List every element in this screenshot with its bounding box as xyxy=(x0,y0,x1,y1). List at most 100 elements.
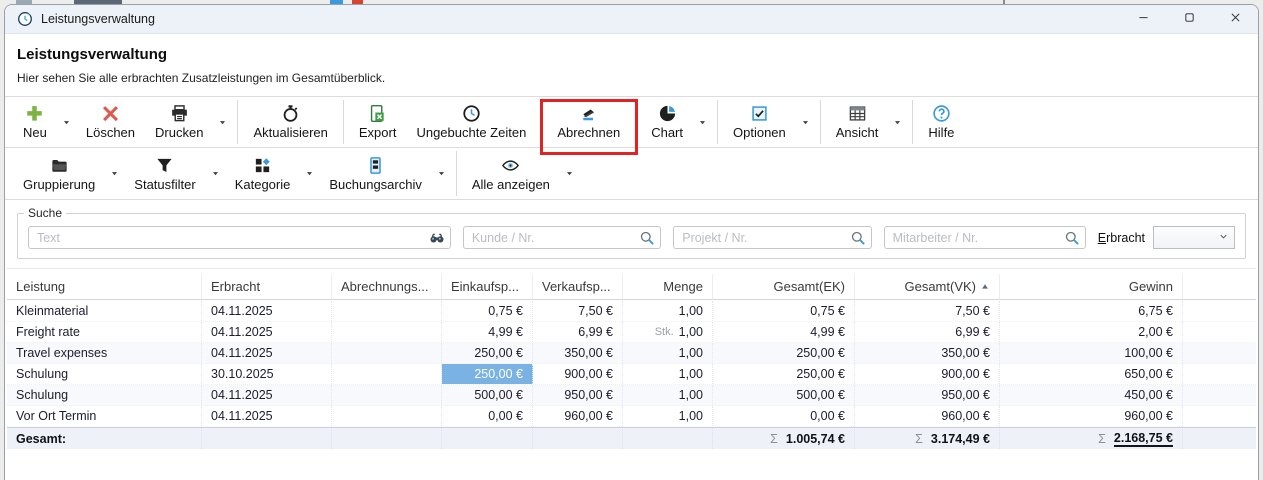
abrechnen-button[interactable]: Abrechnen xyxy=(547,101,630,142)
cell-erbracht[interactable]: 04.11.2025 xyxy=(202,343,332,363)
hilfe-button[interactable]: Hilfe xyxy=(918,101,964,142)
cell-gewinn[interactable]: 2,00 € xyxy=(1000,322,1183,342)
drucken-button[interactable]: Drucken xyxy=(145,101,213,142)
column-header-abrechnung[interactable]: Abrechnungs... xyxy=(332,274,442,299)
cell-abrechnung[interactable] xyxy=(332,343,442,363)
cell-menge[interactable]: 1,00 xyxy=(623,364,713,384)
cell-leistung[interactable]: Schulung xyxy=(7,385,202,405)
export-button[interactable]: Export xyxy=(349,101,407,142)
cell-gesamt_vk[interactable]: 950,00 € xyxy=(855,385,1000,405)
maximize-button[interactable] xyxy=(1166,5,1212,33)
cell-gesamt_ek[interactable]: 0,75 € xyxy=(713,301,855,321)
cell-verkauf[interactable]: 960,00 € xyxy=(533,406,623,426)
mitarbeiter-search-input[interactable] xyxy=(885,227,1085,248)
column-header-menge[interactable]: Menge xyxy=(623,274,713,299)
column-header-leistung[interactable]: Leistung xyxy=(7,274,202,299)
cell-erbracht[interactable]: 04.11.2025 xyxy=(202,301,332,321)
cell-verkauf[interactable]: 350,00 € xyxy=(533,343,623,363)
optionen-button[interactable]: Optionen xyxy=(723,101,796,142)
buchungsarchiv-button[interactable]: Buchungsarchiv xyxy=(319,153,432,194)
cell-abrechnung[interactable] xyxy=(332,301,442,321)
ungebuchte-zeiten-button[interactable]: Ungebuchte Zeiten xyxy=(406,101,536,142)
cell-gewinn[interactable]: 100,00 € xyxy=(1000,343,1183,363)
cell-gesamt_ek[interactable]: 4,99 € xyxy=(713,322,855,342)
cell-verkauf[interactable]: 7,50 € xyxy=(533,301,623,321)
ansicht-button[interactable]: Ansicht xyxy=(826,101,889,142)
cell-erbracht[interactable]: 30.10.2025 xyxy=(202,364,332,384)
cell-gesamt_ek[interactable]: 250,00 € xyxy=(713,364,855,384)
neu-button[interactable]: Neu xyxy=(13,101,57,142)
cell-leistung[interactable]: Kleinmaterial xyxy=(7,301,202,321)
buchungsarchiv-dropdown-arrow[interactable] xyxy=(432,148,451,199)
cell-gewinn[interactable]: 450,00 € xyxy=(1000,385,1183,405)
close-button[interactable] xyxy=(1212,5,1258,33)
cell-leistung[interactable]: Schulung xyxy=(7,364,202,384)
optionen-dropdown-arrow[interactable] xyxy=(796,97,815,147)
cell-abrechnung[interactable] xyxy=(332,385,442,405)
cell-abrechnung[interactable] xyxy=(332,322,442,342)
erbracht-combobox[interactable] xyxy=(1153,226,1235,249)
cell-verkauf[interactable]: 6,99 € xyxy=(533,322,623,342)
cell-menge[interactable]: 1,00 xyxy=(623,385,713,405)
cell-gewinn[interactable]: 960,00 € xyxy=(1000,406,1183,426)
chart-button[interactable]: Chart xyxy=(641,101,693,142)
cell-abrechnung[interactable] xyxy=(332,406,442,426)
cell-einkauf[interactable]: 250,00 € xyxy=(442,343,533,363)
cell-gewinn[interactable]: 6,75 € xyxy=(1000,301,1183,321)
cell-erbracht[interactable]: 04.11.2025 xyxy=(202,322,332,342)
cell-leistung[interactable]: Vor Ort Termin xyxy=(7,406,202,426)
cell-gewinn[interactable]: 650,00 € xyxy=(1000,364,1183,384)
chart-dropdown-arrow[interactable] xyxy=(693,97,712,147)
cell-erbracht[interactable]: 04.11.2025 xyxy=(202,385,332,405)
minimize-button[interactable] xyxy=(1120,5,1166,33)
drucken-dropdown-arrow[interactable] xyxy=(213,97,232,147)
column-header-gesamt_ek[interactable]: Gesamt(EK) xyxy=(713,274,855,299)
cell-einkauf[interactable]: 0,00 € xyxy=(442,406,533,426)
alle-anzeigen-dropdown-arrow[interactable] xyxy=(560,148,579,199)
kategorie-button[interactable]: Kategorie xyxy=(225,153,301,194)
cell-erbracht[interactable]: 04.11.2025 xyxy=(202,406,332,426)
cell-einkauf[interactable]: 250,00 € xyxy=(442,364,533,384)
projekt-search-input[interactable] xyxy=(674,227,870,248)
cell-einkauf[interactable]: 500,00 € xyxy=(442,385,533,405)
cell-gesamt_ek[interactable]: 0,00 € xyxy=(713,406,855,426)
cell-gesamt_vk[interactable]: 7,50 € xyxy=(855,301,1000,321)
statusfilter-button[interactable]: Statusfilter xyxy=(124,153,205,194)
cell-gesamt_vk[interactable]: 6,99 € xyxy=(855,322,1000,342)
cell-gesamt_vk[interactable]: 900,00 € xyxy=(855,364,1000,384)
column-header-erbracht[interactable]: Erbracht xyxy=(202,274,332,299)
column-header-gewinn[interactable]: Gewinn xyxy=(1000,274,1183,299)
neu-dropdown-arrow[interactable] xyxy=(57,97,76,147)
cell-gesamt_vk[interactable]: 350,00 € xyxy=(855,343,1000,363)
gruppierung-button[interactable]: Gruppierung xyxy=(13,153,105,194)
kunde-search-input[interactable] xyxy=(464,227,660,248)
cell-verkauf[interactable]: 950,00 € xyxy=(533,385,623,405)
cell-einkauf[interactable]: 4,99 € xyxy=(442,322,533,342)
cell-menge[interactable]: 1,00 xyxy=(623,301,713,321)
column-header-verkauf[interactable]: Verkaufsp... xyxy=(533,274,623,299)
loeschen-button[interactable]: Löschen xyxy=(76,101,145,142)
text-search-input[interactable] xyxy=(29,227,450,248)
cell-leistung[interactable]: Freight rate xyxy=(7,322,202,342)
cell-leistung[interactable]: Travel expenses xyxy=(7,343,202,363)
toolbar-separator xyxy=(635,100,636,144)
gruppierung-dropdown-arrow[interactable] xyxy=(105,148,124,199)
cell-abrechnung[interactable] xyxy=(332,364,442,384)
column-header-gesamt_vk[interactable]: Gesamt(VK) xyxy=(855,274,1000,299)
ansicht-dropdown-arrow[interactable] xyxy=(888,97,907,147)
statusfilter-dropdown-arrow[interactable] xyxy=(206,148,225,199)
cell-menge[interactable]: 1,00 xyxy=(623,343,713,363)
column-header-filler[interactable] xyxy=(1183,274,1242,299)
alle-anzeigen-button[interactable]: Alle anzeigen xyxy=(462,153,560,194)
cell-menge[interactable]: Stk.1,00 xyxy=(623,322,713,342)
kategorie-dropdown-arrow[interactable] xyxy=(300,148,319,199)
column-header-einkauf[interactable]: Einkaufsp... xyxy=(442,274,533,299)
aktualisieren-button[interactable]: Aktualisieren xyxy=(243,101,337,142)
cell-gesamt_ek[interactable]: 250,00 € xyxy=(713,343,855,363)
cell-gesamt_vk[interactable]: 960,00 € xyxy=(855,406,1000,426)
cell-einkauf[interactable]: 0,75 € xyxy=(442,301,533,321)
titlebar[interactable]: Leistungsverwaltung xyxy=(5,5,1258,34)
cell-menge[interactable]: 1,00 xyxy=(623,406,713,426)
cell-gesamt_ek[interactable]: 500,00 € xyxy=(713,385,855,405)
cell-verkauf[interactable]: 900,00 € xyxy=(533,364,623,384)
